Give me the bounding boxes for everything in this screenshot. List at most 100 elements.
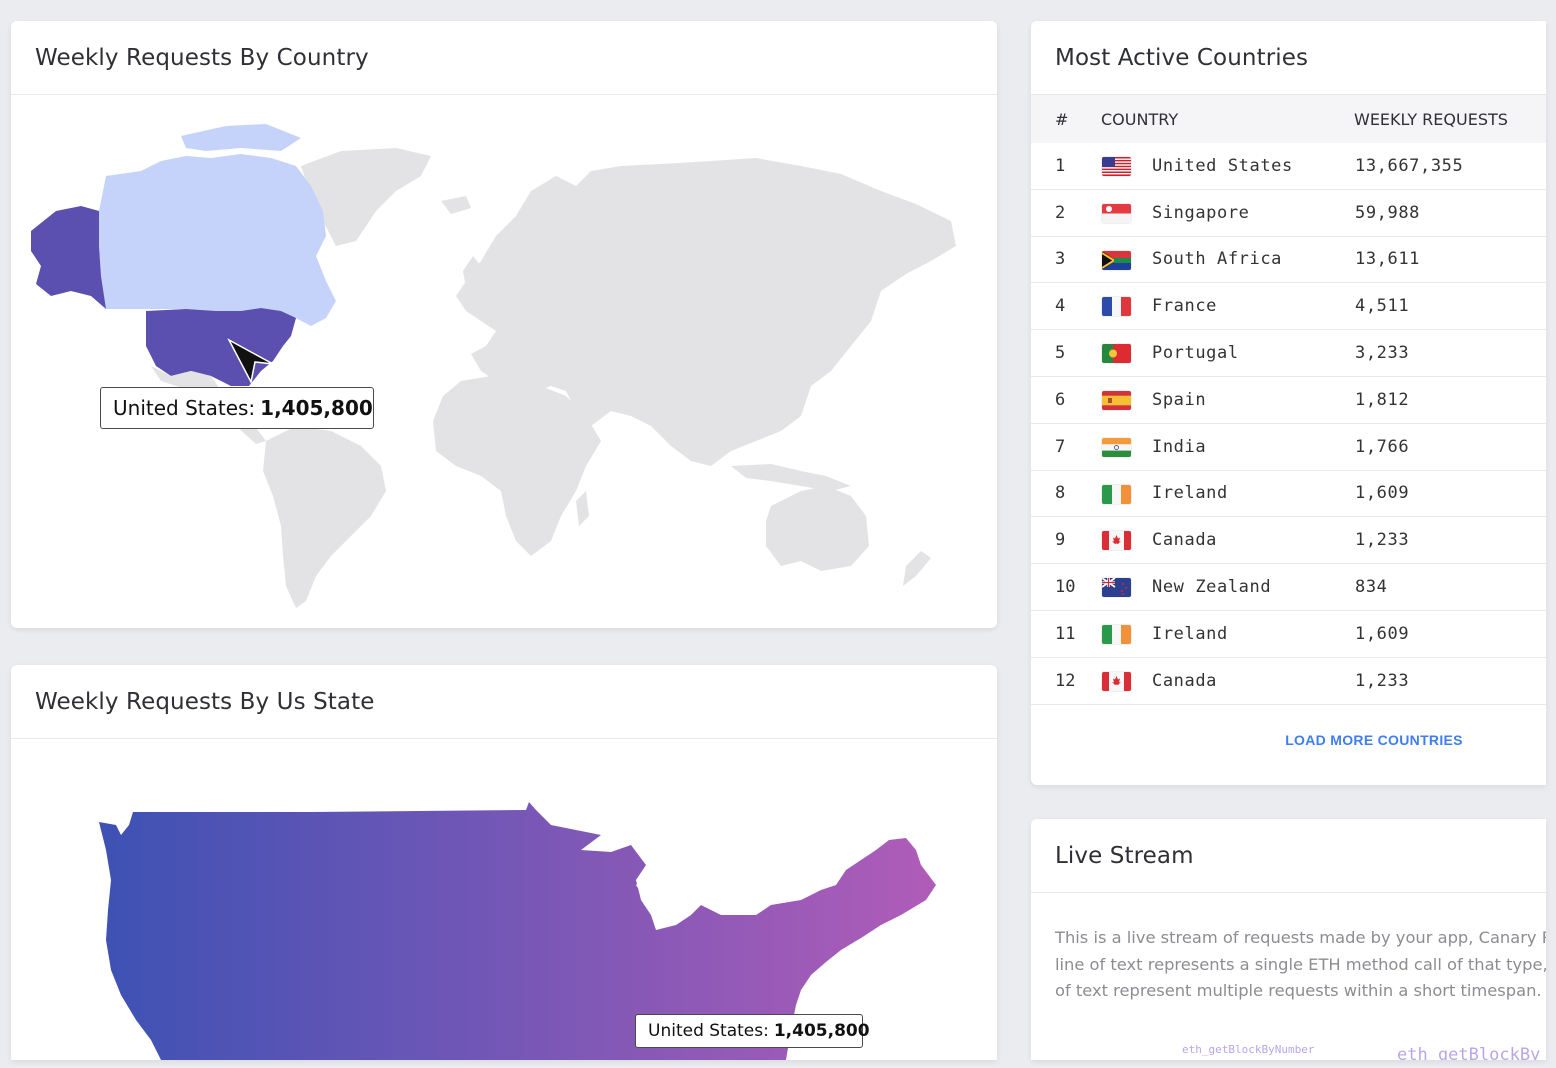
es-flag-icon — [1102, 390, 1131, 410]
countries-card: Most Active Countries # COUNTRY WEEKLY R… — [1031, 21, 1546, 785]
row-rank: 8 — [1055, 483, 1066, 504]
table-row[interactable]: 1 United States 13,667,355 — [1031, 143, 1546, 190]
row-weekly-requests: 1,609 — [1355, 483, 1410, 504]
row-rank: 1 — [1055, 155, 1066, 176]
world-map[interactable]: United States: 1,405,800 — [11, 96, 997, 628]
table-header: # COUNTRY WEEKLY REQUESTS — [1031, 95, 1546, 143]
table-row[interactable]: 10 New Zealand 834 — [1031, 564, 1546, 611]
row-rank: 9 — [1055, 530, 1066, 551]
table-row[interactable]: 6 Spain 1,812 — [1031, 377, 1546, 424]
indonesia-shape — [731, 464, 851, 491]
table-row[interactable]: 8 Ireland 1,609 — [1031, 471, 1546, 518]
usa-shape — [146, 308, 296, 386]
row-weekly-requests: 1,609 — [1355, 623, 1410, 644]
live-card-title: Live Stream — [1055, 842, 1194, 869]
za-flag-icon — [1102, 250, 1131, 270]
row-country-name: Portugal — [1152, 343, 1239, 364]
description-line: line of text represents a single ETH met… — [1055, 954, 1546, 974]
table-row[interactable]: 11 Ireland 1,609 — [1031, 611, 1546, 658]
row-country-name: United States — [1152, 155, 1293, 176]
row-rank: 2 — [1055, 202, 1066, 223]
ca-flag-icon — [1102, 671, 1131, 691]
countries-card-title: Most Active Countries — [1055, 44, 1309, 71]
col-header-requests[interactable]: WEEKLY REQUESTS — [1354, 110, 1508, 129]
row-rank: 11 — [1055, 623, 1076, 644]
south-america-shape — [263, 426, 386, 608]
table-row[interactable]: 5 Portugal 3,233 — [1031, 330, 1546, 377]
ca-flag-icon — [1102, 531, 1131, 551]
tooltip-value: 1,405,800 — [773, 1021, 870, 1041]
col-header-num: # — [1055, 109, 1069, 129]
live-stream-description: This is a live stream of requests made b… — [1055, 925, 1546, 1005]
nz-shape — [903, 551, 931, 586]
row-country-name: Ireland — [1152, 623, 1228, 644]
table-row[interactable]: 2 Singapore 59,988 — [1031, 190, 1546, 237]
row-country-name: Singapore — [1152, 202, 1250, 223]
in-flag-icon — [1102, 437, 1131, 457]
us-map-svg — [99, 802, 936, 1060]
iceland-shape — [441, 196, 471, 214]
row-weekly-requests: 13,667,355 — [1355, 155, 1464, 176]
state-map-tooltip: United States: 1,405,800 — [635, 1014, 870, 1048]
card-header: Weekly Requests By Country — [11, 21, 997, 95]
row-rank: 6 — [1055, 389, 1066, 410]
card-header: Most Active Countries — [1031, 21, 1546, 95]
row-weekly-requests: 59,988 — [1355, 202, 1421, 223]
row-rank: 10 — [1055, 577, 1076, 598]
col-header-country[interactable]: COUNTRY — [1101, 110, 1178, 129]
canada-shape — [99, 154, 336, 326]
pt-flag-icon — [1102, 344, 1131, 364]
us-flag-icon — [1102, 157, 1131, 176]
row-rank: 3 — [1055, 249, 1066, 270]
arctic-islands-shape — [181, 124, 301, 151]
card-header: Live Stream — [1031, 819, 1546, 893]
tooltip-country: United States: — [648, 1021, 769, 1041]
row-country-name: South Africa — [1152, 249, 1283, 270]
table-row[interactable]: 12 Canada 1,233 — [1031, 658, 1546, 705]
australia-shape — [766, 486, 869, 571]
row-weekly-requests: 1,233 — [1355, 670, 1410, 691]
world-map-tooltip: United States: 1,405,800 — [100, 387, 374, 429]
stream-method-label: eth_getBlockBy — [1397, 1045, 1541, 1060]
row-weekly-requests: 4,511 — [1355, 296, 1410, 317]
row-rank: 5 — [1055, 343, 1066, 364]
row-weekly-requests: 834 — [1355, 577, 1388, 598]
sg-flag-icon — [1102, 203, 1131, 223]
row-rank: 4 — [1055, 296, 1066, 317]
description-line: of text represent multiple requests with… — [1055, 981, 1542, 1000]
row-rank: 12 — [1055, 670, 1076, 691]
table-row[interactable]: 3 South Africa 13,611 — [1031, 237, 1546, 284]
row-rank: 7 — [1055, 436, 1066, 457]
row-country-name: India — [1152, 436, 1207, 457]
fr-flag-icon — [1102, 297, 1131, 317]
card-header: Weekly Requests By Us State — [11, 665, 997, 739]
row-country-name: New Zealand — [1152, 577, 1272, 598]
madagascar-shape — [576, 491, 589, 526]
row-weekly-requests: 1,812 — [1355, 389, 1410, 410]
nz-flag-icon — [1102, 578, 1131, 598]
table-row[interactable]: 4 France 4,511 — [1031, 283, 1546, 331]
state-card-title: Weekly Requests By Us State — [35, 688, 375, 715]
world-card-title: Weekly Requests By Country — [35, 44, 369, 71]
world-requests-card: Weekly Requests By Country United States… — [11, 21, 997, 628]
countries-table-body: 1 United States 13,667,355 2 Singapore 59,988… — [1031, 143, 1546, 705]
tooltip-country: United States: — [113, 396, 256, 420]
row-country-name: Spain — [1152, 389, 1207, 410]
state-requests-card: Weekly Requests By Us State United State… — [11, 665, 997, 1060]
row-weekly-requests: 1,766 — [1355, 436, 1410, 457]
row-country-name: Canada — [1152, 530, 1218, 551]
live-stream-card: Live Stream This is a live stream of req… — [1031, 819, 1546, 1060]
ie-flag-icon — [1102, 484, 1131, 504]
world-map-svg — [31, 124, 956, 608]
alaska-shape — [31, 206, 106, 309]
description-line: This is a live stream of requests made b… — [1055, 928, 1546, 947]
row-country-name: Ireland — [1152, 483, 1228, 504]
load-more-countries-button[interactable]: LOAD MORE COUNTRIES — [1031, 732, 1546, 748]
stream-method-label: eth_getBlockByNumber — [1182, 1043, 1315, 1056]
table-row[interactable]: 7 India 1,766 — [1031, 424, 1546, 471]
row-country-name: France — [1152, 296, 1218, 317]
table-row[interactable]: 9 Canada 1,233 — [1031, 517, 1546, 565]
row-weekly-requests: 1,233 — [1355, 530, 1410, 551]
row-country-name: Canada — [1152, 670, 1218, 691]
us-state-map[interactable]: United States: 1,405,800 — [11, 740, 997, 1060]
